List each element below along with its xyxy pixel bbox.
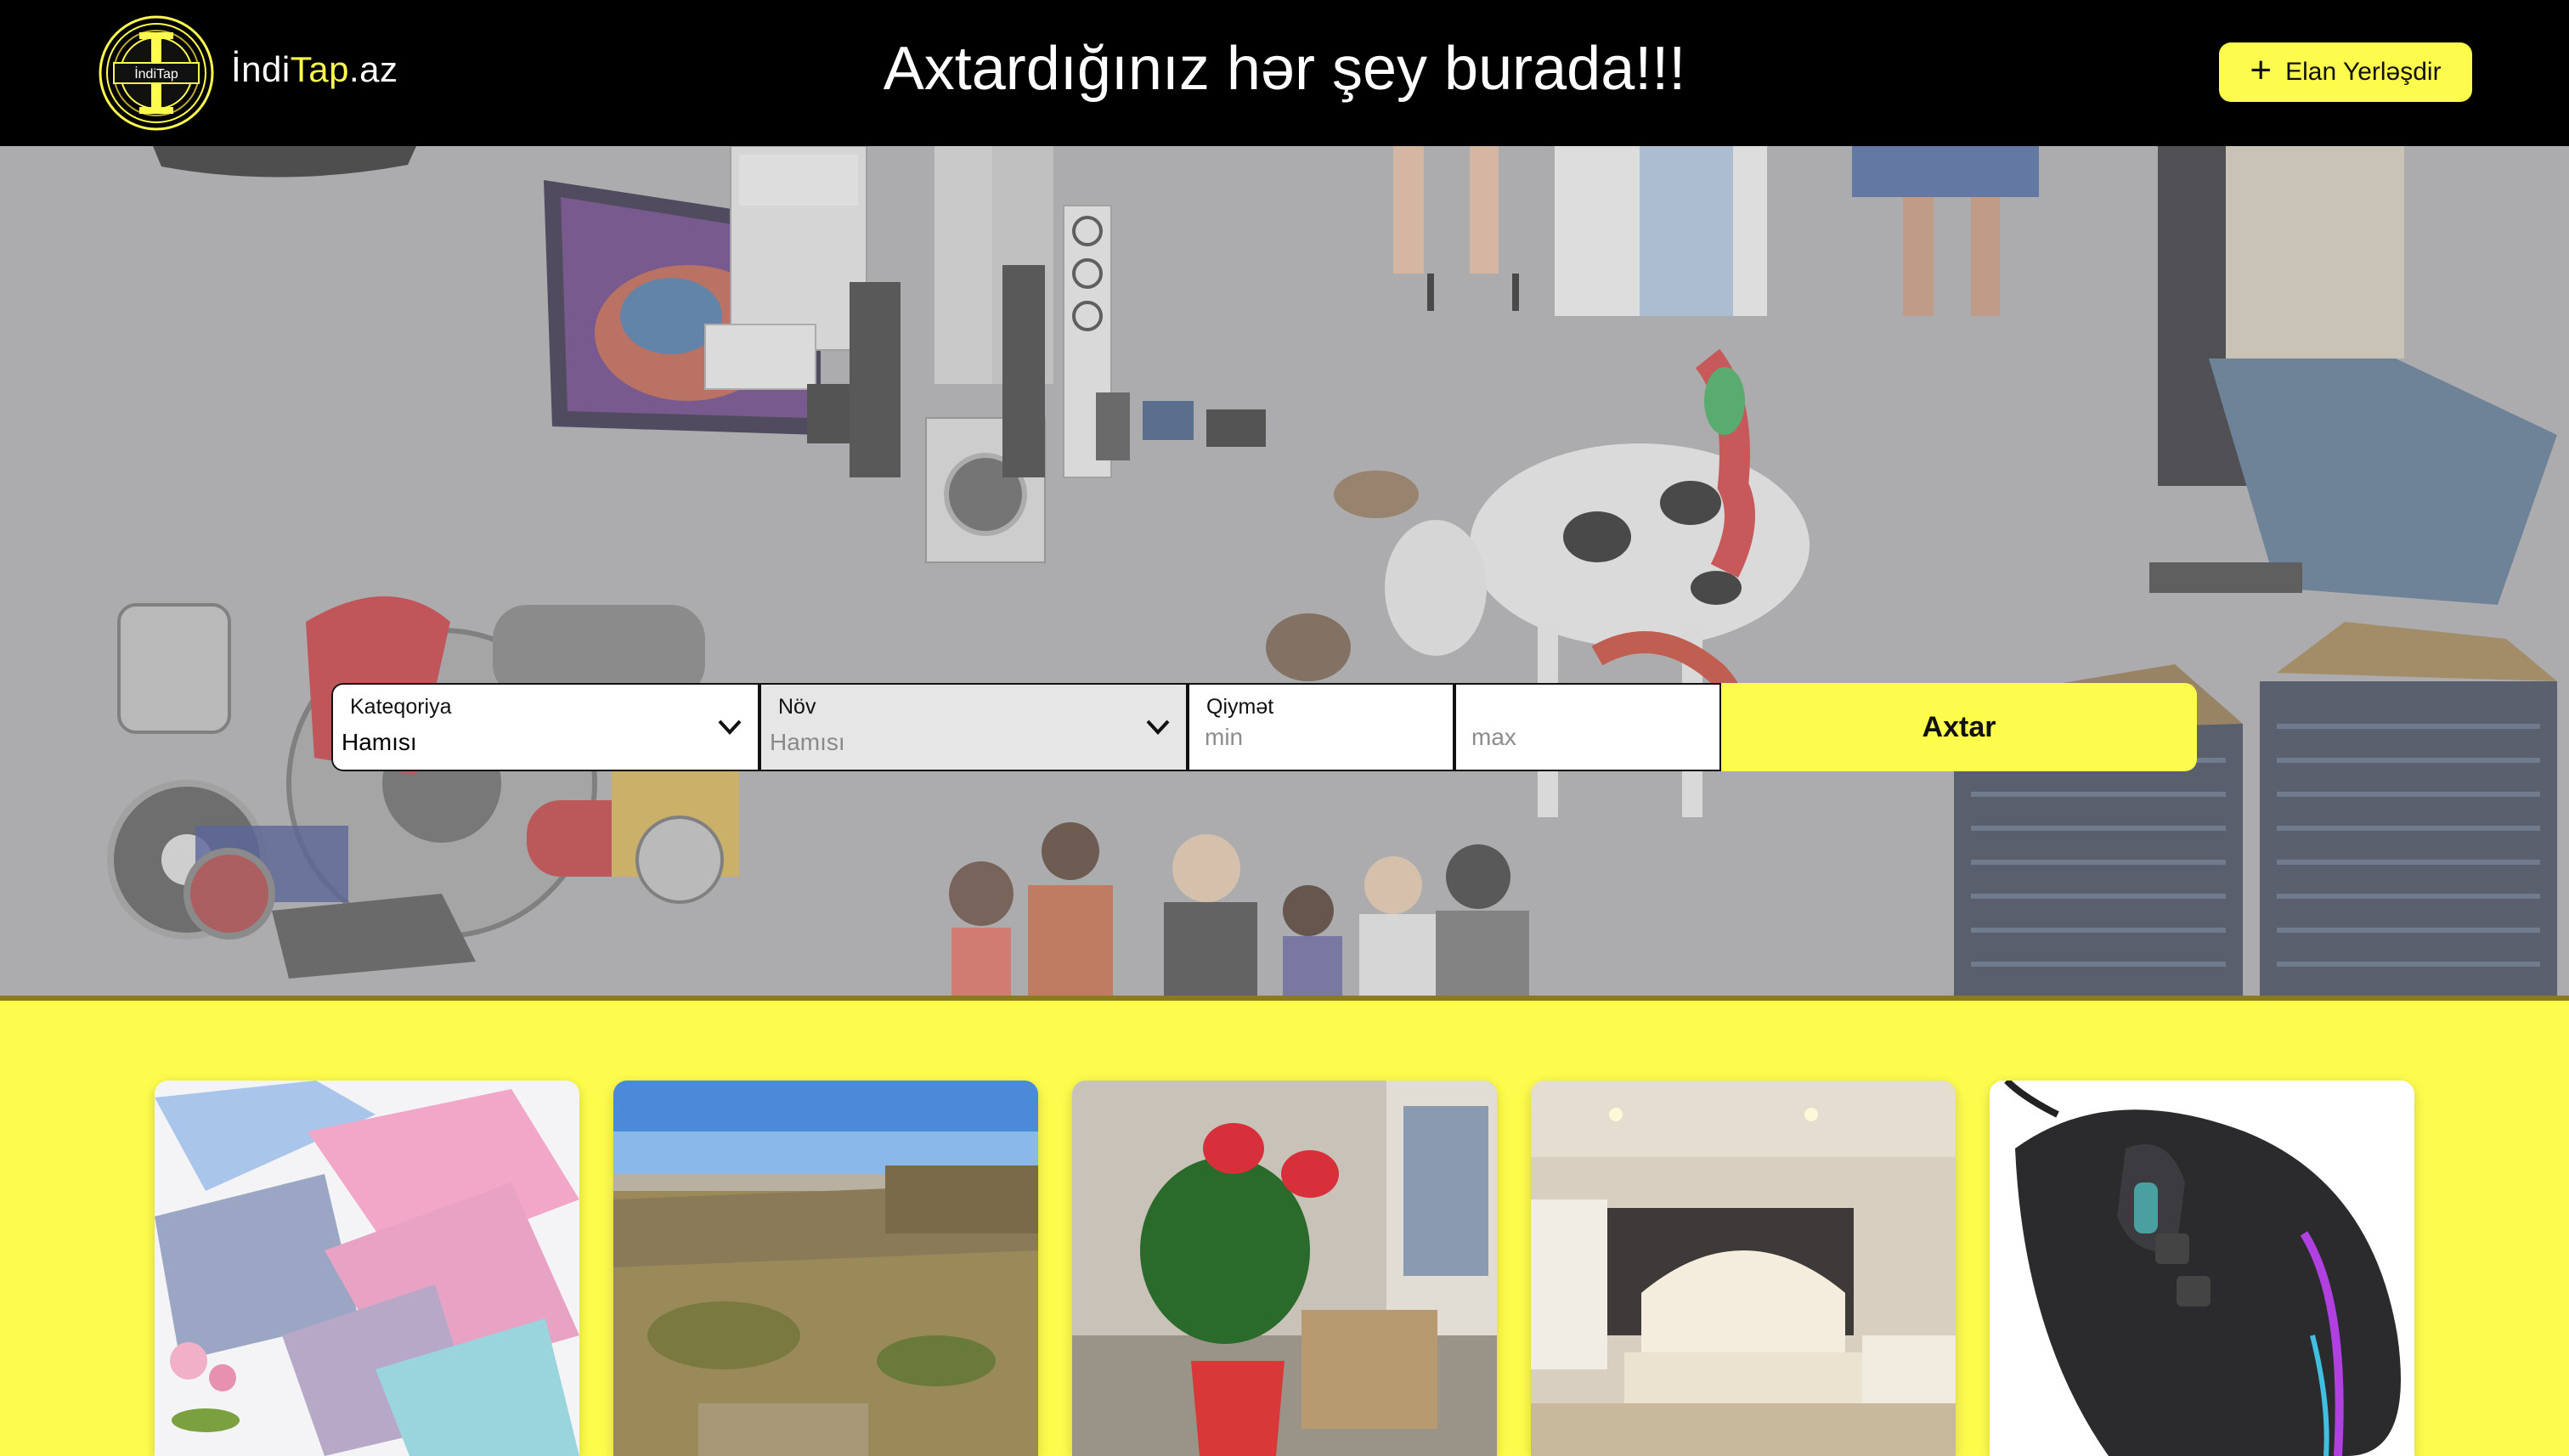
- category-label: Kateqoriya: [350, 695, 452, 719]
- price-min-field[interactable]: Qiymət min: [1188, 683, 1454, 771]
- price-max-field[interactable]: max: [1454, 683, 1721, 771]
- fabric-rolls-photo: [155, 1081, 579, 1456]
- price-max-placeholder: max: [1471, 724, 1516, 750]
- category-select[interactable]: Kateqoriya Hamısı: [331, 683, 759, 771]
- gaming-mouse-photo: [1990, 1081, 2414, 1456]
- hero-banner: [0, 146, 2569, 999]
- type-value: Hamısı: [770, 729, 845, 755]
- plus-icon: +: [2250, 49, 2273, 91]
- hero-divider: [0, 996, 2569, 1001]
- site-header: İndiTap İndiTap.az Axtardığınız hər şey …: [0, 0, 2569, 146]
- listing-card[interactable]: [1531, 1081, 1956, 1456]
- category-value: Hamısı: [342, 729, 417, 755]
- listings-grid: [155, 1081, 2414, 1456]
- page-headline: Axtardığınız hər şey burada!!!: [883, 35, 1686, 103]
- chevron-down-icon: [718, 720, 742, 735]
- hero-collage-image: [0, 146, 2569, 999]
- empty-land-plot-photo: [613, 1081, 1038, 1456]
- post-listing-button[interactable]: + Elan Yerləşdir: [2219, 42, 2472, 102]
- price-min-placeholder: min: [1205, 724, 1244, 750]
- bedroom-furniture-photo: [1531, 1081, 1956, 1456]
- listing-card[interactable]: [1990, 1081, 2414, 1456]
- listing-card[interactable]: [1072, 1081, 1497, 1456]
- type-select[interactable]: Növ Hamısı: [759, 683, 1188, 771]
- chevron-down-icon: [1146, 720, 1170, 735]
- type-label: Növ: [778, 695, 816, 719]
- post-listing-label: Elan Yerləşdir: [2285, 58, 2442, 86]
- search-bar: Kateqoriya Hamısı Növ Hamısı Qiymət min …: [331, 683, 2197, 771]
- potted-anthurium-photo: [1072, 1081, 1497, 1456]
- search-button[interactable]: Axtar: [1721, 683, 2197, 771]
- listing-card[interactable]: [613, 1081, 1038, 1456]
- listing-card[interactable]: [155, 1081, 579, 1456]
- price-label: Qiymət: [1206, 695, 1274, 719]
